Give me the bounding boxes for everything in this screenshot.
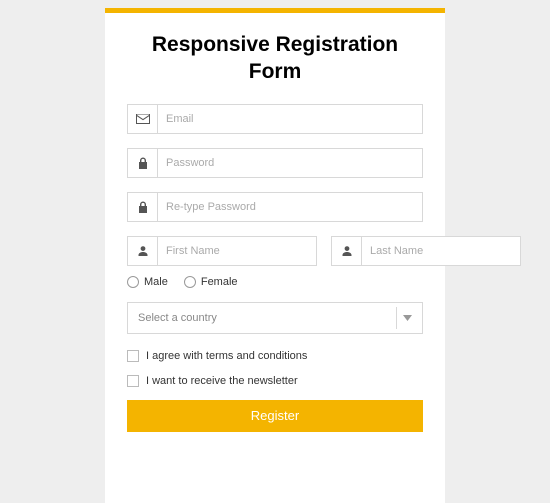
checkbox-icon <box>127 375 139 387</box>
country-placeholder: Select a country <box>138 312 217 324</box>
register-button[interactable]: Register <box>127 400 423 432</box>
newsletter-label: I want to receive the newsletter <box>146 375 298 387</box>
chevron-down-icon <box>396 307 418 329</box>
first-name-input[interactable] <box>158 237 316 265</box>
name-row <box>127 236 423 266</box>
first-name-field-wrapper <box>127 236 317 266</box>
lock-icon <box>128 149 158 177</box>
newsletter-checkbox[interactable]: I want to receive the newsletter <box>127 375 423 387</box>
envelope-icon <box>128 105 158 133</box>
terms-checkbox[interactable]: I agree with terms and conditions <box>127 350 423 362</box>
gender-radio-group: Male Female <box>127 276 423 288</box>
email-input[interactable] <box>158 105 422 133</box>
form-title: Responsive Registration Form <box>127 31 423 86</box>
user-icon <box>332 237 362 265</box>
terms-label: I agree with terms and conditions <box>146 350 307 362</box>
last-name-input[interactable] <box>362 237 520 265</box>
repassword-field-wrapper <box>127 192 423 222</box>
country-select[interactable]: Select a country <box>127 302 423 334</box>
email-field-wrapper <box>127 104 423 134</box>
female-label: Female <box>201 276 238 288</box>
user-icon <box>128 237 158 265</box>
last-name-field-wrapper <box>331 236 521 266</box>
male-radio[interactable]: Male <box>127 276 168 288</box>
radio-icon <box>127 276 139 288</box>
password-field-wrapper <box>127 148 423 178</box>
lock-icon <box>128 193 158 221</box>
repassword-input[interactable] <box>158 193 422 221</box>
checkbox-icon <box>127 350 139 362</box>
female-radio[interactable]: Female <box>184 276 238 288</box>
registration-form-card: Responsive Registration Form <box>105 8 445 503</box>
male-label: Male <box>144 276 168 288</box>
radio-icon <box>184 276 196 288</box>
password-input[interactable] <box>158 149 422 177</box>
